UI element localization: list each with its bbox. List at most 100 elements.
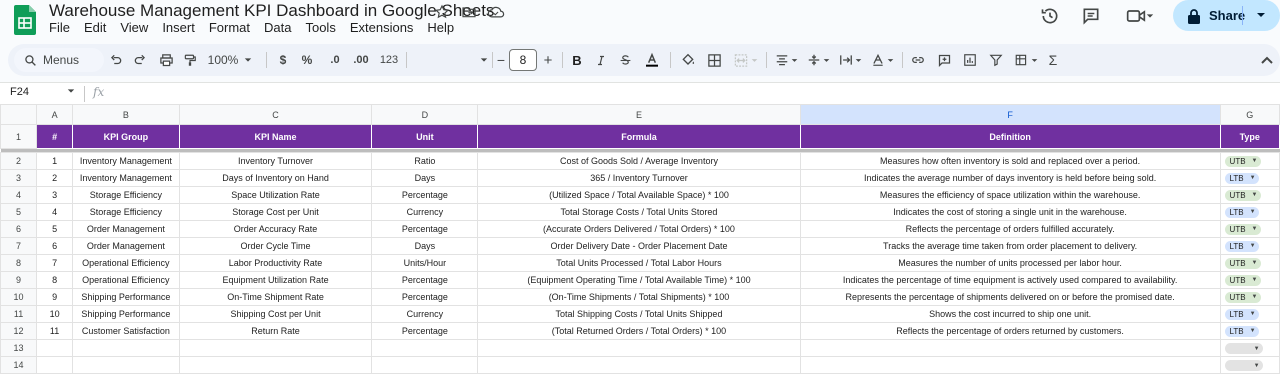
type-dropdown-chip[interactable]: LTB ▼ <box>1224 240 1259 252</box>
chevron-down-icon[interactable] <box>67 87 75 95</box>
cell-formula[interactable]: Total Shipping Costs / Total Units Shipp… <box>477 305 801 323</box>
cell-formula[interactable]: 365 / Inventory Turnover <box>477 169 801 187</box>
type-dropdown-chip[interactable]: UTB ▼ <box>1224 155 1261 167</box>
cell-formula[interactable]: Total Storage Costs / Total Units Stored <box>477 203 801 221</box>
collapse-toolbar-icon[interactable] <box>1258 44 1276 76</box>
cell-kpi-name[interactable]: On-Time Shipment Rate <box>178 288 373 306</box>
column-header-b[interactable]: B <box>72 104 180 125</box>
comments-icon[interactable] <box>1079 6 1103 26</box>
row-header[interactable]: 9 <box>0 271 38 289</box>
cell-type[interactable]: LTB ▼ <box>1219 322 1280 340</box>
cell-definition[interactable]: Measures the efficiency of space utiliza… <box>799 186 1221 204</box>
cell-unit[interactable]: Percentage <box>371 220 479 238</box>
row-header[interactable]: 7 <box>0 237 38 255</box>
menu-view[interactable]: View <box>120 20 154 35</box>
print-icon[interactable] <box>156 44 176 76</box>
version-history-icon[interactable] <box>1038 6 1062 26</box>
cell-type[interactable]: LTB ▼ <box>1219 237 1280 255</box>
cell-type[interactable]: UTB ▼ <box>1219 271 1280 289</box>
type-dropdown-chip[interactable]: ▼ <box>1224 343 1263 355</box>
type-dropdown-chip[interactable]: UTB ▼ <box>1224 257 1261 269</box>
insert-link-icon[interactable] <box>908 44 928 76</box>
cell-number[interactable]: 4 <box>36 203 74 221</box>
row-header[interactable]: 13 <box>0 339 38 357</box>
cell-formula[interactable] <box>477 339 801 357</box>
undo-icon[interactable] <box>106 44 126 76</box>
cell-definition[interactable]: Shows the cost incurred to ship one unit… <box>799 305 1221 323</box>
cell-kpi-group[interactable]: Order Management <box>72 237 180 255</box>
header-type[interactable]: Type <box>1219 124 1280 149</box>
cell-type[interactable]: UTB ▼ <box>1219 220 1280 238</box>
cell-unit[interactable]: Units/Hour <box>371 254 479 272</box>
header-kpi-group[interactable]: KPI Group <box>72 124 180 149</box>
menu-extensions[interactable]: Extensions <box>350 20 420 35</box>
zoom-select[interactable]: 100% <box>206 44 254 76</box>
strikethrough-icon[interactable] <box>618 44 632 76</box>
column-header-e[interactable]: E <box>477 104 801 125</box>
menu-edit[interactable]: Edit <box>84 20 112 35</box>
header-number[interactable]: # <box>36 124 74 149</box>
filter-icon[interactable] <box>986 44 1006 76</box>
type-dropdown-chip[interactable]: LTB ▼ <box>1224 172 1259 184</box>
cell-kpi-group[interactable]: Storage Efficiency <box>72 186 180 204</box>
spreadsheet-grid[interactable]: A B C D E F G 1 # KPI Group KPI Name Uni… <box>0 104 1280 376</box>
bold-button[interactable]: B <box>570 44 584 76</box>
cell-kpi-group[interactable]: Customer Satisfaction <box>72 322 180 340</box>
borders-icon[interactable] <box>704 44 724 76</box>
cell-definition[interactable]: Measures the number of units processed p… <box>799 254 1221 272</box>
percent-format-button[interactable]: % <box>300 44 314 76</box>
cell-unit[interactable]: Currency <box>371 305 479 323</box>
text-color-icon[interactable] <box>642 44 662 76</box>
cell-formula[interactable]: Order Delivery Date - Order Placement Da… <box>477 237 801 255</box>
cell-formula[interactable]: Cost of Goods Sold / Average Inventory <box>477 152 801 170</box>
cell-kpi-group[interactable]: Shipping Performance <box>72 305 180 323</box>
meet-icon[interactable] <box>1122 6 1158 26</box>
cell-unit[interactable] <box>371 356 479 374</box>
type-dropdown-chip[interactable]: UTB ▼ <box>1224 291 1261 303</box>
cell-kpi-group[interactable]: Shipping Performance <box>72 288 180 306</box>
cell-number[interactable]: 7 <box>36 254 74 272</box>
cell-kpi-group[interactable]: Inventory Management <box>72 152 180 170</box>
cell-formula[interactable]: (Accurate Orders Delivered / Total Order… <box>477 220 801 238</box>
cell-kpi-group[interactable]: Operational Efficiency <box>72 271 180 289</box>
move-folder-icon[interactable] <box>460 3 478 21</box>
increase-decimal-button[interactable]: .00 <box>350 44 372 76</box>
insert-chart-icon[interactable] <box>960 44 980 76</box>
redo-icon[interactable] <box>130 44 150 76</box>
cell-formula[interactable]: Total Units Processed / Total Labor Hour… <box>477 254 801 272</box>
cell-type[interactable]: LTB ▼ <box>1219 169 1280 187</box>
vertical-align-icon[interactable] <box>804 44 832 76</box>
cell-kpi-group[interactable]: Inventory Management <box>72 169 180 187</box>
type-dropdown-chip[interactable]: UTB ▼ <box>1224 274 1261 286</box>
cell-unit[interactable]: Currency <box>371 203 479 221</box>
cell-formula[interactable]: (Total Returned Orders / Total Orders) *… <box>477 322 801 340</box>
sheets-logo-icon[interactable] <box>14 5 36 35</box>
row-header[interactable]: 12 <box>0 322 38 340</box>
decrease-font-size-button[interactable]: − <box>495 44 507 76</box>
cell-kpi-group[interactable]: Storage Efficiency <box>72 203 180 221</box>
row-header[interactable]: 1 <box>0 124 38 149</box>
cell-unit[interactable] <box>371 339 479 357</box>
row-header[interactable]: 10 <box>0 288 38 306</box>
cell-kpi-name[interactable]: Days of Inventory on Hand <box>178 169 373 187</box>
cell-kpi-name[interactable] <box>178 339 373 357</box>
cell-unit[interactable]: Percentage <box>371 186 479 204</box>
cell-formula[interactable] <box>477 356 801 374</box>
increase-font-size-button[interactable]: + <box>541 44 555 76</box>
header-kpi-name[interactable]: KPI Name <box>178 124 373 149</box>
cell-definition[interactable]: Reflects the percentage of orders fulfil… <box>799 220 1221 238</box>
column-header-g[interactable]: G <box>1219 104 1280 125</box>
cell-type[interactable]: ▼ <box>1219 356 1280 374</box>
cell-number[interactable]: 2 <box>36 169 74 187</box>
cell-kpi-group[interactable]: Order Management <box>72 220 180 238</box>
share-button[interactable]: Share <box>1173 0 1280 31</box>
menu-data[interactable]: Data <box>264 20 297 35</box>
font-family-select[interactable] <box>412 44 488 76</box>
document-title[interactable]: Warehouse Management KPI Dashboard in Go… <box>49 1 494 21</box>
cell-type[interactable]: LTB ▼ <box>1219 305 1280 323</box>
cell-number[interactable] <box>36 339 74 357</box>
cell-unit[interactable]: Ratio <box>371 152 479 170</box>
cell-kpi-group[interactable] <box>72 339 180 357</box>
cell-type[interactable]: UTB ▼ <box>1219 288 1280 306</box>
fill-color-icon[interactable] <box>678 44 698 76</box>
